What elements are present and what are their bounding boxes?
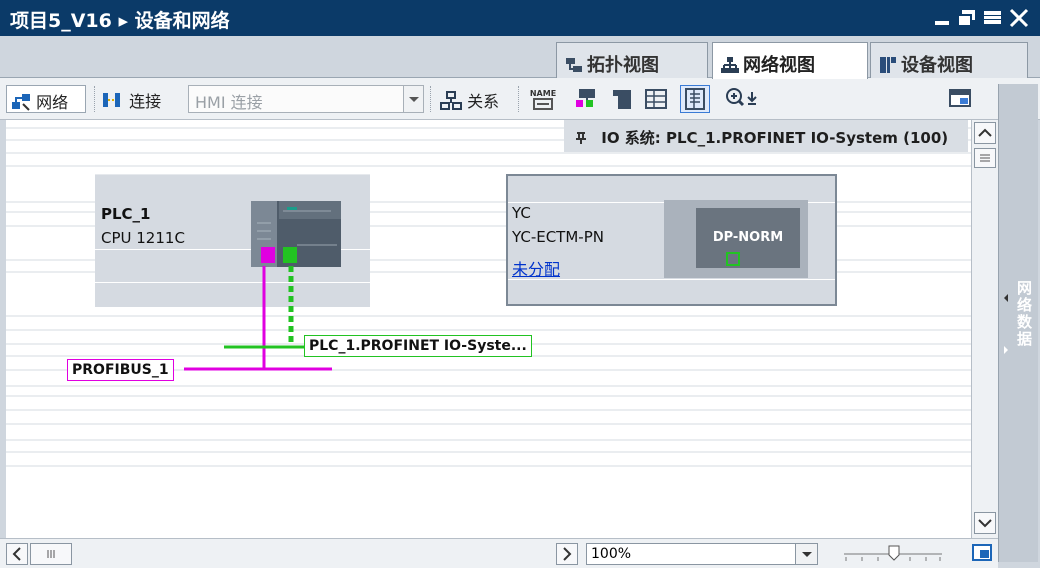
- scroll-left-button[interactable]: [6, 543, 28, 565]
- plc-name[interactable]: PLC_1: [101, 205, 151, 223]
- relations-icon: [440, 91, 462, 110]
- grid-button[interactable]: [642, 85, 670, 113]
- pin-icon[interactable]: [574, 131, 588, 145]
- tab-label: 设备视图: [901, 55, 973, 76]
- connection-type-select[interactable]: HMI 连接: [188, 85, 424, 113]
- scroll-grip[interactable]: [974, 148, 996, 168]
- view-tabs: 拓扑视图 网络视图 设备视图: [0, 36, 1040, 79]
- connect-button[interactable]: 连接: [102, 85, 178, 113]
- plc-type: CPU 1211C: [101, 229, 185, 247]
- network-mode-icon: [12, 94, 30, 111]
- device-view-icon: [880, 57, 896, 73]
- tab-topology-view[interactable]: 拓扑视图: [556, 42, 708, 78]
- chevron-up-icon: [978, 128, 992, 137]
- zoom-in-icon: [726, 88, 757, 107]
- unassigned-link[interactable]: 未分配: [512, 256, 560, 280]
- tia-portal-window: 项目5_V16 ▸ 设备和网络 拓扑视图 网络视图 设备视图 网络 连接 HMI…: [0, 0, 1040, 568]
- tab-label: 网络视图: [743, 55, 815, 76]
- chevron-down-icon[interactable]: [403, 86, 423, 112]
- connection-type-value: HMI 连接: [195, 93, 263, 112]
- list-view-toggle[interactable]: [680, 85, 710, 113]
- close-icon: [1009, 8, 1029, 28]
- profibus-network-label[interactable]: PROFIBUS_1: [67, 359, 174, 381]
- zoom-button[interactable]: [722, 85, 768, 113]
- list-view-icon: [685, 88, 705, 110]
- maximize-icon: [984, 11, 1001, 24]
- collapse-left-icon[interactable]: [1002, 292, 1010, 304]
- minimize-icon: [935, 21, 949, 25]
- grip-icon: [980, 154, 990, 162]
- chevron-right-icon: [563, 547, 572, 561]
- yc-module-slot: DP-NORM: [664, 200, 808, 278]
- bottom-bar: 100%: [0, 538, 998, 568]
- zoom-select[interactable]: 100%: [586, 543, 818, 565]
- name-tag-icon: NAME: [530, 89, 556, 110]
- connect-label: 连接: [129, 92, 162, 111]
- restore-icon: [957, 10, 975, 27]
- svg-text:NAME: NAME: [530, 89, 556, 98]
- dp-norm-module[interactable]: DP-NORM: [696, 208, 800, 268]
- connect-icon: [103, 93, 120, 107]
- chevron-left-icon: [12, 547, 21, 561]
- grid-icon: [645, 89, 667, 109]
- side-panel-label: 网络数据: [1015, 280, 1033, 348]
- vertical-scrollbar[interactable]: [971, 120, 998, 538]
- scroll-down-button[interactable]: [974, 512, 996, 534]
- scroll-right-button[interactable]: [556, 543, 578, 565]
- zoom-slider[interactable]: [842, 541, 946, 567]
- chevron-down-icon[interactable]: [795, 544, 817, 564]
- tab-device-view[interactable]: 设备视图: [870, 42, 1028, 78]
- close-button[interactable]: [1008, 7, 1030, 29]
- device-settings-button[interactable]: [574, 85, 602, 113]
- yc-device-box[interactable]: YC YC-ECTM-PN 未分配 DP-NORM: [506, 174, 837, 306]
- chevron-down-icon: [978, 519, 992, 528]
- io-system-header[interactable]: IO 系统: PLC_1.PROFINET IO-System (100): [564, 120, 968, 152]
- minimize-button[interactable]: [932, 7, 954, 29]
- zoom-value: 100%: [591, 546, 632, 562]
- topology-view-icon: [566, 58, 582, 72]
- network-canvas[interactable]: PLC_1 CPU 1211C YC YC-ECTM-PN 未分配 DP-NOR…: [6, 120, 971, 538]
- expand-right-icon[interactable]: [1002, 344, 1010, 356]
- yc-type: YC-ECTM-PN: [512, 228, 604, 246]
- panel-toggle-button[interactable]: [946, 85, 976, 113]
- show-names-button[interactable]: NAME: [528, 85, 558, 113]
- tab-label: 拓扑视图: [587, 55, 659, 76]
- module-label: DP-NORM: [712, 230, 784, 245]
- layout-button[interactable]: [608, 85, 636, 113]
- window-title: 项目5_V16 ▸ 设备和网络: [10, 10, 230, 32]
- plc-module-icon[interactable]: [251, 201, 341, 269]
- relations-label: 关系: [467, 92, 500, 111]
- layout-icon: [613, 90, 631, 109]
- scroll-up-button[interactable]: [974, 122, 996, 144]
- relations-button[interactable]: 关系: [440, 85, 512, 113]
- title-bar: 项目5_V16 ▸ 设备和网络: [0, 0, 1040, 36]
- plc-device-box[interactable]: PLC_1 CPU 1211C: [95, 174, 370, 307]
- tab-network-view[interactable]: 网络视图: [712, 42, 868, 79]
- network-toolbar: 网络 连接 HMI 连接 关系 NAME: [0, 78, 1040, 120]
- yc-name[interactable]: YC: [512, 204, 531, 222]
- profinet-network-label[interactable]: PLC_1.PROFINET IO-Syste...: [304, 335, 532, 357]
- grip-icon: [47, 550, 55, 558]
- profinet-port-icon[interactable]: [726, 252, 742, 268]
- horizontal-scroll-grip[interactable]: [30, 543, 72, 565]
- network-mode-label: 网络: [36, 93, 69, 112]
- network-view-icon: [721, 57, 739, 73]
- restore-button[interactable]: [956, 7, 978, 29]
- maximize-button[interactable]: [982, 7, 1004, 29]
- network-data-panel[interactable]: 网络数据: [998, 84, 1038, 562]
- io-system-label: IO 系统: PLC_1.PROFINET IO-System (100): [601, 129, 949, 147]
- network-mode-button[interactable]: 网络: [6, 85, 86, 113]
- overview-navigation-icon[interactable]: [972, 542, 994, 564]
- device-settings-icon: [576, 89, 595, 107]
- panel-toggle-icon: [949, 89, 971, 107]
